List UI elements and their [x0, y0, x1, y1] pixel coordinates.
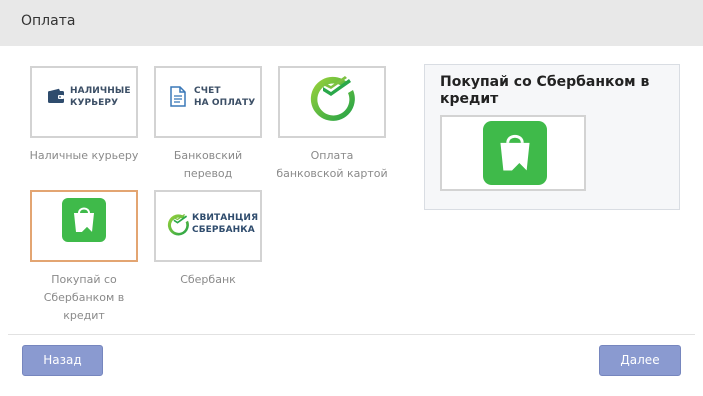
- tile-label: СЧЕТ НА ОПЛАТУ: [194, 86, 256, 108]
- payment-tile-bank-transfer[interactable]: СЧЕТ НА ОПЛАТУ: [154, 66, 262, 138]
- sberbank-logo-icon: [167, 214, 189, 240]
- promo-logo-tile: [440, 115, 586, 191]
- payment-method-caption: Банковский перевод: [173, 149, 243, 180]
- next-button[interactable]: Далее: [599, 345, 681, 376]
- page-title: Оплата: [21, 13, 76, 29]
- back-button[interactable]: Назад: [22, 345, 103, 376]
- page-header: Оплата: [0, 0, 703, 46]
- tile-label: КВИТАНЦИЯ СБЕРБАНКА: [192, 213, 259, 235]
- footer-divider: [8, 334, 695, 335]
- payment-method-bank-transfer[interactable]: СЧЕТ НА ОПЛАТУ Банковский перевод: [154, 66, 266, 183]
- selected-method-panel: Покупай со Сбербанком в кредит: [424, 64, 680, 210]
- payment-method-cash-courier[interactable]: НАЛИЧНЫЕ КУРЬЕРУ Наличные курьеру: [30, 66, 142, 165]
- shopping-bag-icon: [483, 121, 547, 189]
- payment-method-card[interactable]: Оплата банковской картой: [276, 66, 390, 183]
- payment-method-caption: Оплата банковской картой: [276, 149, 388, 180]
- payment-method-caption: Сбербанк: [180, 273, 236, 286]
- payment-tile-credit[interactable]: [30, 190, 138, 262]
- payment-method-caption: Наличные курьеру: [29, 149, 139, 162]
- wallet-icon: [47, 88, 65, 108]
- payment-tile-cash-courier[interactable]: НАЛИЧНЫЕ КУРЬЕРУ: [30, 66, 138, 138]
- payment-method-credit[interactable]: Покупай со Сбербанком в кредит: [30, 190, 142, 325]
- invoice-document-icon: [170, 86, 186, 111]
- shopping-bag-icon: [62, 198, 106, 246]
- payment-tile-sberbank[interactable]: КВИТАНЦИЯ СБЕРБАНКА: [154, 190, 262, 262]
- payment-method-caption: Покупай со Сбербанком в кредит: [43, 273, 125, 322]
- payment-tile-card[interactable]: [278, 66, 386, 138]
- payment-method-sberbank[interactable]: КВИТАНЦИЯ СБЕРБАНКА Сбербанк: [154, 190, 266, 289]
- sberbank-logo-icon: [309, 76, 355, 126]
- tile-label: НАЛИЧНЫЕ КУРЬЕРУ: [70, 86, 131, 108]
- promo-title: Покупай со Сбербанком в кредит: [440, 74, 650, 107]
